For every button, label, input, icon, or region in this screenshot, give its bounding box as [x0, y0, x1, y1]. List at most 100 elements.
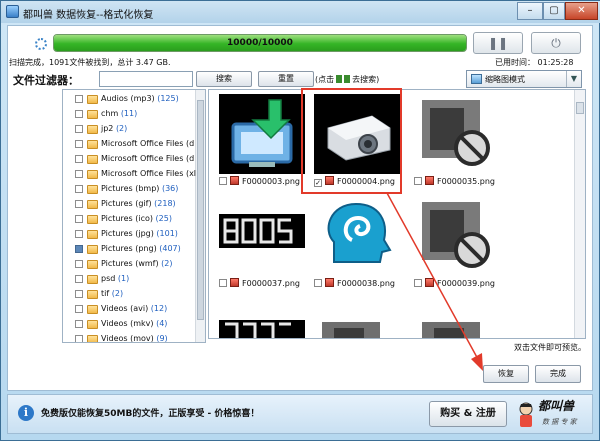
view-mode-select[interactable]: 缩略图模式 ▼ [466, 70, 582, 88]
folder-icon [87, 125, 98, 134]
tree-item[interactable]: Pictures (bmp) (36) [63, 182, 197, 197]
tree-checkbox[interactable] [75, 335, 83, 342]
file-checkbox[interactable] [414, 177, 422, 185]
tree-item-label: chm (11) [101, 109, 137, 118]
tree-item[interactable]: Microsoft Office Files (d [63, 152, 197, 167]
recover-button[interactable]: 恢复 [483, 365, 529, 383]
tree-item-name: Pictures (gif) [101, 199, 152, 208]
finish-button[interactable]: 完成 [535, 365, 581, 383]
tree-checkbox[interactable] [75, 290, 83, 298]
tree-item[interactable]: psd (1) [63, 272, 197, 287]
tree-checkbox[interactable] [75, 110, 83, 118]
logo-subtitle: 数 据 专 家 [542, 418, 577, 426]
tree-item[interactable]: Pictures (ico) (25) [63, 212, 197, 227]
thumbnail-grey-blocked[interactable] [414, 94, 500, 174]
tree-item[interactable]: Microsoft Office Files (d [63, 137, 197, 152]
file-checkbox[interactable] [219, 279, 227, 287]
tree-item[interactable]: chm (11) [63, 107, 197, 122]
tree-item-count: (4) [156, 319, 168, 328]
tree-checkbox[interactable] [75, 320, 83, 328]
folder-icon [87, 110, 98, 119]
file-checkbox[interactable] [219, 177, 227, 185]
tree-checkbox[interactable] [75, 170, 83, 178]
tree-item[interactable]: Pictures (wmf) (2) [63, 257, 197, 272]
tree-item[interactable]: tif (2) [63, 287, 197, 302]
folder-icon [87, 260, 98, 269]
logo-title: 都叫兽 [538, 399, 575, 413]
file-caption: F0000003.png [219, 176, 300, 188]
stop-button[interactable]: ⏻ [531, 32, 581, 54]
scanning-spinner-icon [35, 38, 47, 50]
mascot-icon [519, 402, 533, 427]
tree-checkbox[interactable] [75, 185, 83, 193]
minimize-button[interactable]: – [517, 2, 543, 20]
tree-checkbox[interactable] [75, 95, 83, 103]
tree-checkbox[interactable] [75, 245, 83, 253]
pointer-arrow-annotation [386, 192, 483, 371]
tree-checkbox[interactable] [75, 140, 83, 148]
search-hint-icon [336, 75, 343, 83]
pause-button[interactable]: ❚❚ [473, 32, 523, 54]
thumbnail-monitor-download[interactable] [219, 94, 305, 174]
thumbnail-partial[interactable] [219, 318, 305, 338]
tree-item[interactable]: Audios (mp3) (125) [63, 92, 197, 107]
tree-item-name: chm [101, 109, 119, 118]
buy-register-button[interactable]: 购买 & 注册 [429, 401, 507, 427]
maximize-button[interactable]: ▢ [543, 2, 565, 20]
grid-scroll-thumb[interactable] [576, 102, 584, 114]
folder-icon [87, 170, 98, 179]
folder-icon [87, 200, 98, 209]
app-icon [6, 5, 19, 18]
tree-checkbox[interactable] [75, 125, 83, 133]
tree-checkbox[interactable] [75, 260, 83, 268]
tree-item-name: tif [101, 289, 110, 298]
file-name: F0000035.png [437, 177, 495, 186]
tree-checkbox[interactable] [75, 305, 83, 313]
close-button[interactable]: ✕ [565, 2, 598, 20]
folder-icon [87, 305, 98, 314]
promo-text: 免费版仅能恢复50MB的文件，正版享受 - 价格惊喜！ [41, 409, 260, 419]
tree-item[interactable]: jp2 (2) [63, 122, 197, 137]
tree-item-name: Pictures (ico) [101, 214, 153, 223]
reset-button[interactable]: 重置 [258, 71, 314, 87]
tree-item[interactable]: Pictures (gif) (218) [63, 197, 197, 212]
tree-item-label: Pictures (jpg) (101) [101, 229, 178, 238]
tree-item-name: Microsoft Office Files (d [101, 139, 195, 148]
scan-status-text: 扫描完成，1091文件被找到，总计 3.47 GB. [9, 58, 171, 67]
file-name: F0000003.png [242, 177, 300, 186]
search-button[interactable]: 搜索 [196, 71, 252, 87]
filter-input[interactable] [99, 71, 193, 87]
view-mode-value: 缩略图模式 [485, 75, 525, 84]
tree-item-label: jp2 (2) [101, 124, 127, 133]
file-type-tree: Audios (mp3) (125) chm (11) jp2 (2) Microso… [62, 89, 206, 343]
tree-checkbox[interactable] [75, 155, 83, 163]
pause-icon: ❚❚ [487, 36, 509, 50]
tree-checkbox[interactable] [75, 215, 83, 223]
tree-item-label: Microsoft Office Files (d [101, 139, 194, 148]
tree-checkbox[interactable] [75, 275, 83, 283]
tree-item[interactable]: Microsoft Office Files (xl [63, 167, 197, 182]
tree-item[interactable]: Videos (mkv) (4) [63, 317, 197, 332]
tree-scroll-thumb[interactable] [197, 100, 204, 320]
info-icon: i [18, 405, 34, 421]
selected-file-highlight [301, 88, 402, 194]
thumbnail-digital-display[interactable] [219, 196, 305, 276]
progress-text: 10000/10000 [227, 38, 293, 48]
tree-item-label: Pictures (ico) (25) [101, 214, 172, 223]
file-checkbox[interactable] [314, 279, 322, 287]
filter-label: 文件过滤器： [13, 74, 79, 87]
tree-item-label: Videos (avi) (12) [101, 304, 167, 313]
tree-item[interactable]: Pictures (png) (407) [63, 242, 197, 257]
window-title: 都叫兽 数据恢复--格式化恢复 [23, 10, 154, 21]
tree-item[interactable]: Pictures (jpg) (101) [63, 227, 197, 242]
file-caption: F0000035.png [414, 176, 495, 188]
tree-item[interactable]: Videos (avi) (12) [63, 302, 197, 317]
chevron-down-icon[interactable]: ▼ [566, 71, 581, 87]
tree-checkbox[interactable] [75, 200, 83, 208]
tree-item[interactable]: Videos (mov) (9) [63, 332, 197, 342]
promo-bar: i 免费版仅能恢复50MB的文件，正版享受 - 价格惊喜！ 购买 & 注册 都叫… [7, 394, 593, 434]
tree-checkbox[interactable] [75, 230, 83, 238]
recoverable-file-icon [425, 176, 434, 185]
grid-scrollbar[interactable] [574, 90, 585, 338]
tree-item-label: Pictures (bmp) (36) [101, 184, 178, 193]
